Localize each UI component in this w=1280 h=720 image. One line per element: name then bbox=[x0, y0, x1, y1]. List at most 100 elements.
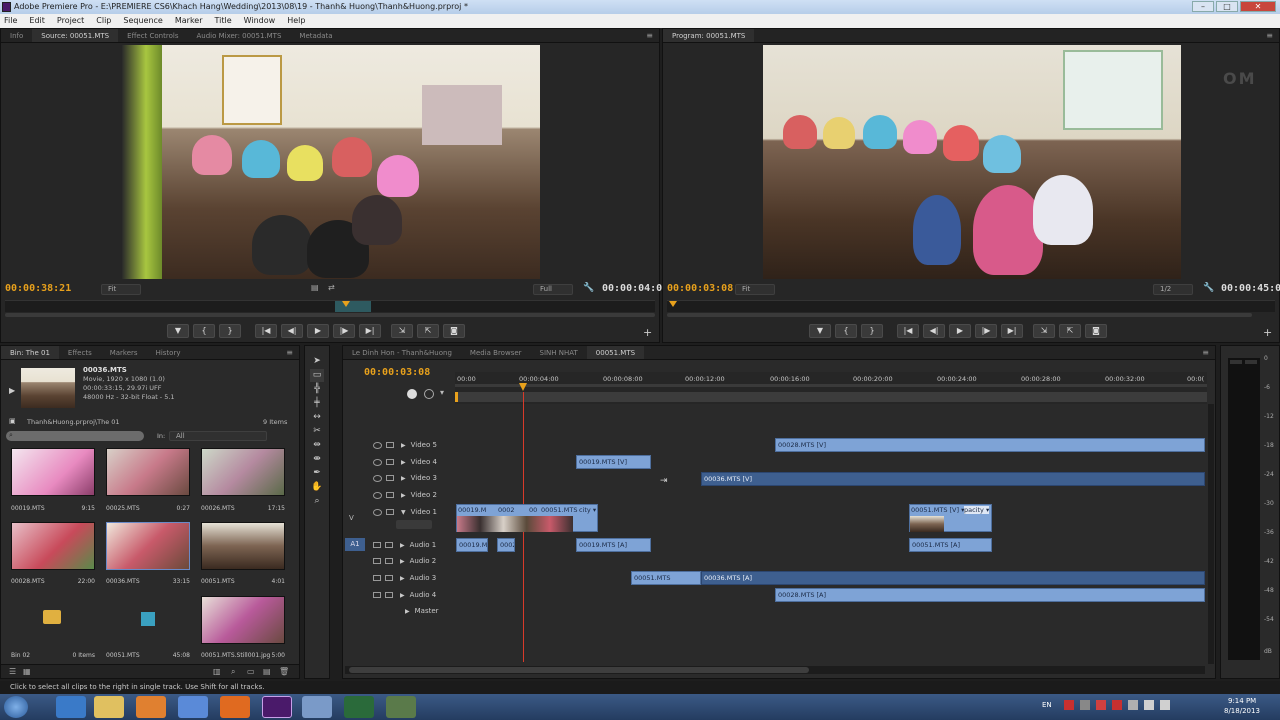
track-header-master[interactable]: ▶ Master bbox=[343, 603, 455, 619]
menu-edit[interactable]: Edit bbox=[29, 14, 45, 28]
start-button[interactable] bbox=[4, 696, 28, 718]
button-editor-icon[interactable]: + bbox=[643, 326, 652, 339]
tab-bin[interactable]: Bin: The 01 bbox=[1, 346, 59, 359]
expand-track-icon[interactable]: ▶ bbox=[401, 442, 406, 449]
track-select-tool-icon[interactable]: ▭ bbox=[310, 369, 324, 382]
panel-menu-icon[interactable]: ≡ bbox=[646, 31, 653, 40]
add-marker-button[interactable]: ▼ bbox=[167, 324, 189, 338]
go-to-in-button[interactable]: |◀ bbox=[255, 324, 277, 338]
media-player-icon[interactable] bbox=[136, 696, 166, 718]
track-header-audio2[interactable]: ▶ Audio 2 bbox=[343, 553, 455, 569]
mark-in-button[interactable]: { bbox=[835, 324, 857, 338]
ripple-edit-tool-icon[interactable]: ╬ bbox=[310, 383, 324, 396]
drag-audio-icon[interactable]: ⇄ bbox=[328, 283, 335, 292]
clip-effect-menu[interactable]: city ▾ bbox=[579, 506, 596, 514]
tray-icon[interactable] bbox=[1064, 700, 1074, 710]
tab-markers[interactable]: Markers bbox=[101, 346, 147, 359]
zoom-tool-icon[interactable]: ⌕ bbox=[310, 495, 324, 508]
eye-icon[interactable] bbox=[373, 491, 382, 499]
expand-track-icon[interactable]: ▶ bbox=[400, 575, 405, 582]
tab-sequence-active[interactable]: 00051.MTS bbox=[586, 346, 645, 359]
program-current-timecode[interactable]: 00:00:03:08 bbox=[667, 283, 733, 294]
expand-track-icon[interactable]: ▶ bbox=[401, 459, 406, 466]
timeline-clip-audio[interactable]: 00051.MTS bbox=[631, 571, 701, 585]
program-mini-timeline[interactable] bbox=[667, 300, 1275, 312]
lock-icon[interactable] bbox=[385, 542, 393, 548]
button-editor-icon[interactable]: + bbox=[1263, 326, 1272, 339]
timeline-clip-audio[interactable]: 0002 bbox=[497, 538, 515, 552]
eye-icon[interactable] bbox=[373, 474, 382, 482]
slide-tool-icon[interactable]: ⇼ bbox=[310, 453, 324, 466]
link-icon[interactable] bbox=[424, 389, 434, 399]
icon-view-icon[interactable]: ▦ bbox=[23, 667, 31, 676]
expand-track-icon[interactable]: ▶ bbox=[400, 558, 405, 565]
menu-sequence[interactable]: Sequence bbox=[123, 14, 162, 28]
razor-tool-icon[interactable]: ✂ bbox=[310, 425, 324, 438]
clock-time[interactable]: 9:14 PM bbox=[1228, 697, 1256, 705]
bin-item-thumbnail[interactable] bbox=[201, 596, 285, 644]
settings-wrench-icon[interactable]: 🔧 bbox=[1203, 283, 1214, 293]
lift-button[interactable]: ⇲ bbox=[1033, 324, 1055, 338]
track-header-video4[interactable]: ▶ Video 4 bbox=[343, 454, 455, 470]
track-header-audio1[interactable]: ▶ Audio 1 bbox=[343, 537, 455, 553]
timeline-timecode[interactable]: 00:00:03:08 bbox=[364, 367, 430, 378]
tab-media-browser[interactable]: Media Browser bbox=[461, 346, 531, 359]
trash-icon[interactable]: 🗑 bbox=[279, 667, 289, 676]
in-filter-select[interactable]: All bbox=[169, 431, 267, 441]
insert-button[interactable]: ⇲ bbox=[391, 324, 413, 338]
bin-item-thumbnail[interactable] bbox=[201, 448, 285, 496]
app-icon[interactable] bbox=[386, 696, 416, 718]
timeline-clip-video[interactable]: 00019.MTS [V] bbox=[576, 455, 651, 469]
tab-sequence[interactable]: SINH NHAT bbox=[531, 346, 587, 359]
go-to-out-button[interactable]: ▶| bbox=[1001, 324, 1023, 338]
speaker-icon[interactable] bbox=[373, 542, 381, 548]
menu-file[interactable]: File bbox=[4, 14, 17, 28]
step-forward-button[interactable]: |▶ bbox=[975, 324, 997, 338]
new-item-icon[interactable]: ▤ bbox=[263, 667, 271, 676]
mark-out-button[interactable]: } bbox=[219, 324, 241, 338]
pen-tool-icon[interactable]: ✒ bbox=[310, 467, 324, 480]
step-forward-button[interactable]: |▶ bbox=[333, 324, 355, 338]
mark-in-button[interactable]: { bbox=[193, 324, 215, 338]
go-to-in-button[interactable]: |◀ bbox=[897, 324, 919, 338]
app-icon[interactable] bbox=[178, 696, 208, 718]
track-header-video5[interactable]: ▶ Video 5 bbox=[343, 437, 455, 453]
lock-icon[interactable] bbox=[385, 575, 393, 581]
source-zoom-scrollbar[interactable] bbox=[5, 313, 655, 317]
panel-menu-icon[interactable]: ≡ bbox=[1202, 348, 1209, 357]
app-icon[interactable] bbox=[302, 696, 332, 718]
video1-clip-group[interactable]: 00019.M 0002 00 00051.MTS city ▾ bbox=[456, 504, 598, 532]
timeline-zoom-scrollbar[interactable] bbox=[345, 666, 1205, 674]
timeline-vertical-scrollbar[interactable] bbox=[1208, 404, 1214, 664]
tab-program[interactable]: Program: 00051.MTS bbox=[663, 29, 755, 42]
track-header-audio4[interactable]: ▶ Audio 4 bbox=[343, 587, 455, 603]
menu-window[interactable]: Window bbox=[244, 14, 276, 28]
lock-icon[interactable] bbox=[386, 459, 394, 465]
expand-track-icon[interactable]: ▶ bbox=[401, 475, 406, 482]
play-button[interactable]: ▶ bbox=[949, 324, 971, 338]
preview-play-icon[interactable]: ▶ bbox=[9, 386, 15, 395]
program-quality-select[interactable]: 1/2 bbox=[1153, 284, 1193, 295]
expand-track-icon[interactable]: ▶ bbox=[400, 542, 405, 549]
automate-icon[interactable]: ▥ bbox=[213, 667, 221, 676]
track-header-audio3[interactable]: ▶ Audio 3 bbox=[343, 570, 455, 586]
minimize-button[interactable]: – bbox=[1192, 1, 1214, 12]
export-frame-button[interactable]: ◙ bbox=[443, 324, 465, 338]
speaker-icon[interactable] bbox=[373, 558, 381, 564]
eye-icon[interactable] bbox=[373, 508, 382, 516]
menu-clip[interactable]: Clip bbox=[96, 14, 111, 28]
settings-wrench-icon[interactable]: 🔧 bbox=[583, 283, 594, 293]
lock-icon[interactable] bbox=[386, 475, 394, 481]
hand-tool-icon[interactable]: ✋ bbox=[310, 481, 324, 494]
find-icon[interactable]: ⌕ bbox=[231, 667, 235, 677]
maximize-button[interactable]: □ bbox=[1216, 1, 1238, 12]
menu-project[interactable]: Project bbox=[57, 14, 84, 28]
selection-tool-icon[interactable]: ➤ bbox=[310, 355, 324, 368]
panel-menu-icon[interactable]: ≡ bbox=[1266, 31, 1273, 40]
source-mini-timeline[interactable] bbox=[5, 300, 655, 312]
clock-date[interactable]: 8/18/2013 bbox=[1224, 707, 1260, 715]
timeline-clip-video[interactable]: 00028.MTS [V] bbox=[775, 438, 1205, 452]
explorer-icon[interactable] bbox=[94, 696, 124, 718]
mark-out-button[interactable]: } bbox=[861, 324, 883, 338]
volume-icon[interactable] bbox=[1160, 700, 1170, 710]
